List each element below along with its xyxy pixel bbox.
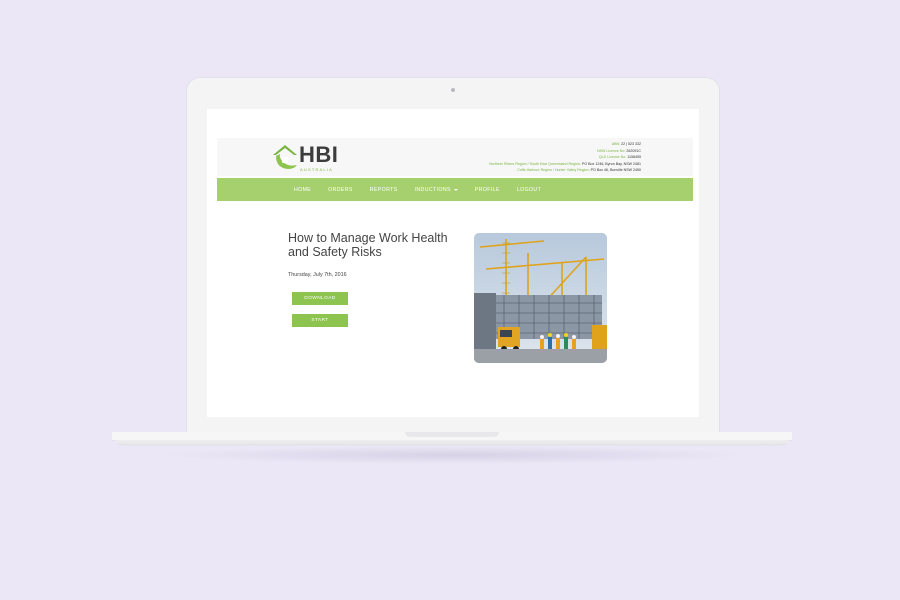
download-button[interactable]: DOWNLOAD <box>292 292 348 305</box>
brand-subtitle: AUSTRALIA <box>300 167 334 172</box>
nav-items: HOME ORDERS REPORTS INDUCTIONS PROFILE L… <box>294 178 558 201</box>
page-date: Thursday, July 7th, 2016 <box>288 272 347 278</box>
construction-site-photo <box>474 233 607 363</box>
nav-inductions-label: INDUCTIONS <box>414 186 451 193</box>
page-title: How to Manage Work Health and Safety Ris… <box>288 231 448 259</box>
contact-line: Northern Rivers Region / South East Quee… <box>489 161 641 166</box>
house-logo-icon <box>273 145 297 169</box>
laptop-screen: HBI AUSTRALIA ABN: 22 | 523 332 NSW Lice… <box>207 109 699 417</box>
contact-line: NSW Licence No: 262091C <box>597 148 641 153</box>
nav-home[interactable]: HOME <box>294 187 311 193</box>
brand-name: HBI <box>299 142 339 167</box>
start-button[interactable]: START <box>292 314 348 327</box>
nav-inductions[interactable]: INDUCTIONS <box>415 187 458 193</box>
laptop-shadow <box>160 446 750 464</box>
contact-info: ABN: 22 | 523 332 NSW Licence No: 262091… <box>489 141 641 174</box>
nav-orders[interactable]: ORDERS <box>328 187 353 193</box>
dropdown-caret-icon <box>453 188 458 191</box>
laptop-base-lip <box>116 440 788 446</box>
contact-line: ABN: 22 | 523 332 <box>611 142 641 146</box>
site-header: HBI AUSTRALIA ABN: 22 | 523 332 NSW Lice… <box>217 138 693 176</box>
nav-profile[interactable]: PROFILE <box>475 187 500 193</box>
brand-logo[interactable]: HBI AUSTRALIA <box>272 143 352 173</box>
contact-line: QLD Licence No: 1158455 <box>598 155 641 160</box>
webcam-icon <box>451 88 455 92</box>
nav-reports[interactable]: REPORTS <box>370 187 398 193</box>
nav-logout[interactable]: LOGOUT <box>517 187 541 193</box>
contact-line: Coffs Harbour Region / Hunter Valley Reg… <box>517 168 641 173</box>
laptop-notch <box>405 432 499 437</box>
main-navbar: HOME ORDERS REPORTS INDUCTIONS PROFILE L… <box>217 178 693 201</box>
